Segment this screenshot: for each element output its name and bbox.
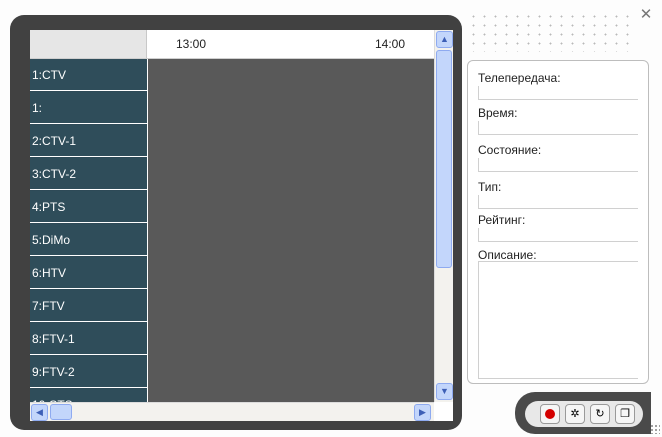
channel-item[interactable]: 2:CTV-1	[30, 125, 147, 157]
channel-item[interactable]: 7:FTV	[30, 290, 147, 322]
refresh-button[interactable]: ↻	[590, 404, 610, 424]
scroll-down-button[interactable]: ▼	[436, 383, 453, 400]
resize-grip[interactable]	[650, 424, 660, 434]
refresh-icon: ↻	[595, 408, 605, 420]
dot-pattern	[468, 12, 633, 52]
time-field	[478, 121, 638, 135]
vertical-scrollbar[interactable]: ▲ ▼	[434, 30, 453, 402]
time-label: 14:00	[375, 37, 406, 51]
record-icon	[545, 409, 555, 420]
channel-item[interactable]: 1:	[30, 92, 147, 124]
horizontal-scroll-thumb[interactable]	[50, 404, 72, 420]
type-field	[478, 195, 638, 209]
description-label: Описание:	[478, 248, 537, 262]
rating-field	[478, 228, 638, 242]
program-info-panel: Телепередача: Время: Состояние: Тип: Рей…	[467, 60, 649, 384]
state-label: Состояние:	[478, 143, 542, 157]
state-field	[478, 158, 638, 172]
channel-list: 1:CTV 1: 2:CTV-1 3:CTV-2 4:PTS 5:DiMo 6:…	[30, 59, 147, 402]
scroll-right-button[interactable]: ▶	[414, 404, 431, 421]
channel-item[interactable]: 5:DiMo	[30, 224, 147, 256]
chevron-up-icon: ▲	[440, 34, 449, 44]
channel-item[interactable]: 3:CTV-2	[30, 158, 147, 190]
channel-item[interactable]: 9:FTV-2	[30, 356, 147, 388]
description-box	[478, 261, 638, 379]
close-icon[interactable]: ✕	[638, 7, 654, 23]
channel-item[interactable]: 6:HTV	[30, 257, 147, 289]
chevron-left-icon: ◀	[36, 407, 43, 417]
type-label: Тип:	[478, 180, 502, 194]
rating-label: Рейтинг:	[478, 213, 526, 227]
copy-button[interactable]: ❐	[615, 404, 635, 424]
gear-icon: ✲	[570, 408, 580, 420]
channel-item[interactable]: 1:CTV	[30, 59, 147, 91]
time-label: Время:	[478, 106, 518, 120]
record-button[interactable]	[540, 404, 560, 424]
chevron-right-icon: ▶	[419, 407, 426, 417]
program-label: Телепередача:	[478, 71, 561, 85]
vertical-scroll-thumb[interactable]	[436, 50, 452, 268]
program-grid[interactable]	[148, 59, 434, 402]
header-corner	[30, 30, 147, 58]
settings-button[interactable]: ✲	[565, 404, 585, 424]
channel-item[interactable]: 8:FTV-1	[30, 323, 147, 355]
channel-item[interactable]: 4:PTS	[30, 191, 147, 223]
scroll-up-button[interactable]: ▲	[436, 31, 453, 48]
program-field	[478, 86, 638, 100]
chevron-down-icon: ▼	[440, 386, 449, 396]
time-label: 13:00	[176, 37, 207, 51]
channel-item[interactable]: 10:CTS	[30, 389, 147, 402]
button-tray-inner: ✲ ↻ ❐	[525, 401, 643, 427]
epg-panel: 13:00 14:00 1:CTV 1: 2:CTV-1 3:CTV-2 4:P…	[30, 30, 453, 421]
button-tray: ✲ ↻ ❐	[515, 392, 651, 434]
scroll-left-button[interactable]: ◀	[31, 404, 48, 421]
copy-icon: ❐	[620, 408, 630, 420]
time-header: 13:00 14:00	[30, 30, 434, 59]
horizontal-scrollbar[interactable]: ◀ ▶	[30, 402, 434, 421]
